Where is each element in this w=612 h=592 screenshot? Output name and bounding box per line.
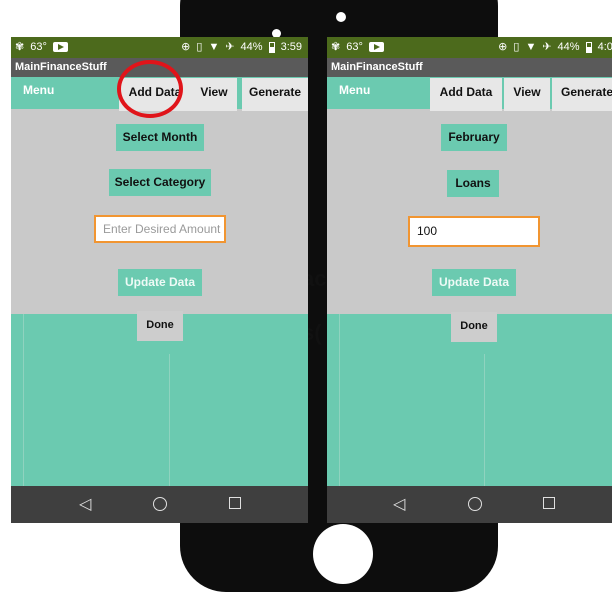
- battery-percent: 44%: [557, 41, 580, 53]
- tab-add-data[interactable]: Add Data: [430, 78, 502, 111]
- grid-line: [484, 354, 485, 486]
- status-bar: ✾ 63° ⊕ ▯ ▼ ✈ 44% 4:00: [327, 37, 612, 58]
- screen-after: ✾ 63° ⊕ ▯ ▼ ✈ 44% 4:00 MainFinanceStuff …: [327, 37, 612, 523]
- data-saver-icon: ⊕: [498, 41, 508, 53]
- battery-percent: 44%: [240, 41, 263, 53]
- tab-menu[interactable]: Menu: [339, 83, 370, 97]
- tab-menu[interactable]: Menu: [23, 83, 54, 97]
- amount-input[interactable]: 100: [408, 216, 540, 247]
- status-bar: ✾ 63° ⊕ ▯ ▼ ✈ 44% 3:59: [11, 37, 308, 58]
- youtube-icon: [52, 42, 68, 52]
- highlight-circle: [117, 60, 183, 118]
- home-icon[interactable]: [468, 497, 482, 511]
- tab-view[interactable]: View: [191, 78, 237, 111]
- temperature: 63°: [30, 41, 47, 53]
- airplane-icon: ✈: [225, 41, 235, 53]
- phone-home-button[interactable]: [313, 524, 373, 584]
- phone-speaker: [336, 12, 346, 22]
- update-data-button[interactable]: Update Data: [118, 269, 202, 296]
- select-category-button[interactable]: Loans: [447, 170, 499, 197]
- tab-generate[interactable]: Generate: [552, 78, 612, 111]
- clock: 4:00: [597, 41, 612, 53]
- wifi-icon: ▼: [525, 41, 537, 53]
- grid-line: [339, 314, 340, 486]
- app-title: MainFinanceStuff: [327, 58, 612, 77]
- recent-apps-icon[interactable]: [229, 497, 241, 509]
- vibrate-icon: ▯: [513, 41, 520, 53]
- vibrate-icon: ▯: [196, 41, 203, 53]
- done-button[interactable]: Done: [451, 312, 497, 342]
- clock: 3:59: [280, 41, 302, 53]
- weather-icon: ✾: [331, 41, 341, 53]
- tab-bar: Menu Add Data View Generate: [327, 77, 612, 111]
- airplane-icon: ✈: [542, 41, 552, 53]
- tab-generate[interactable]: Generate: [242, 78, 308, 111]
- select-month-button[interactable]: Select Month: [116, 124, 204, 151]
- done-button[interactable]: Done: [137, 311, 183, 341]
- nav-bar: ◁: [11, 486, 308, 523]
- grid-line: [169, 354, 170, 486]
- select-category-button[interactable]: Select Category: [109, 169, 211, 196]
- recent-apps-icon[interactable]: [543, 497, 555, 509]
- home-icon[interactable]: [153, 497, 167, 511]
- data-saver-icon: ⊕: [181, 41, 191, 53]
- back-icon[interactable]: ◁: [393, 494, 405, 514]
- select-month-button[interactable]: February: [441, 124, 507, 151]
- battery-icon: [268, 41, 275, 53]
- update-data-button[interactable]: Update Data: [432, 269, 516, 296]
- temperature: 63°: [346, 41, 363, 53]
- battery-icon: [585, 41, 592, 53]
- amount-input[interactable]: [94, 215, 226, 243]
- wifi-icon: ▼: [208, 41, 220, 53]
- tab-view[interactable]: View: [504, 78, 550, 111]
- grid-line: [23, 314, 24, 486]
- back-icon[interactable]: ◁: [79, 494, 91, 514]
- nav-bar: ◁: [327, 486, 612, 523]
- youtube-icon: [368, 42, 384, 52]
- weather-icon: ✾: [15, 41, 25, 53]
